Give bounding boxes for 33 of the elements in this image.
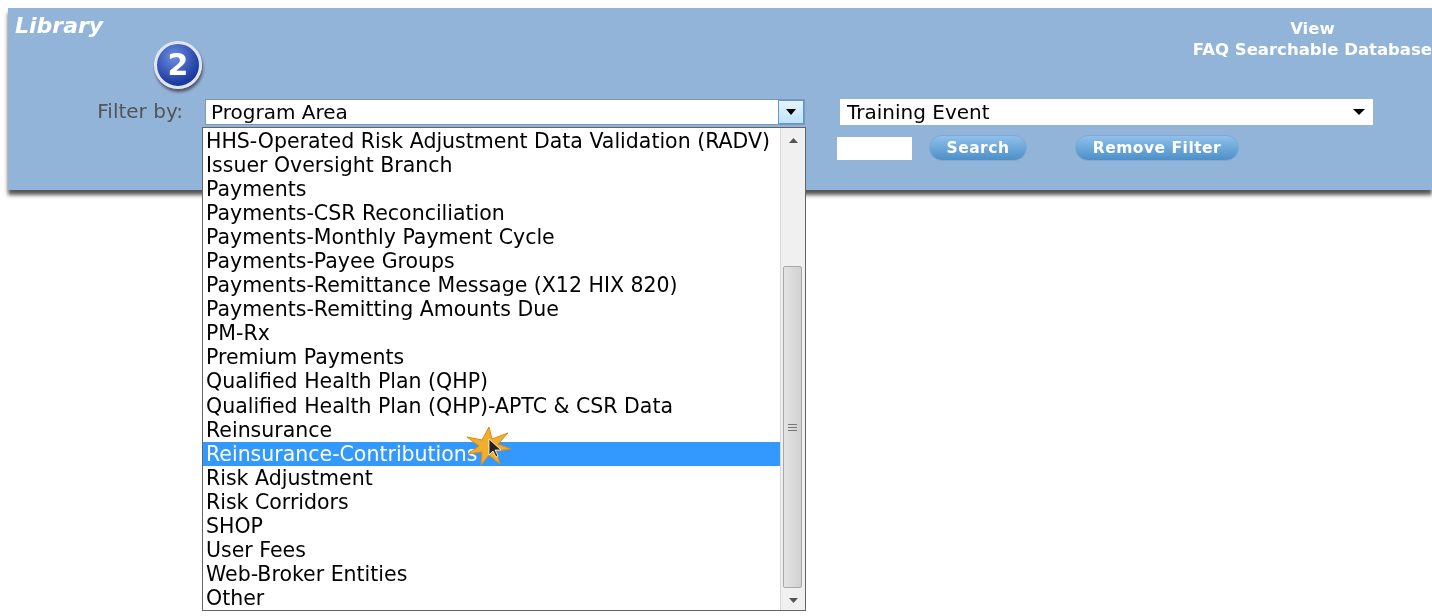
dropdown-option[interactable]: Risk Adjustment [203, 465, 780, 490]
search-input-field[interactable] [837, 136, 912, 160]
dropdown-option[interactable]: Payments-Remitting Amounts Due [203, 297, 780, 322]
dropdown-arrow-button[interactable] [778, 100, 804, 124]
dropdown-option[interactable]: Payments-Payee Groups [203, 249, 780, 274]
dropdown-option[interactable]: Qualified Health Plan (QHP)-APTC & CSR Data [203, 393, 780, 418]
scrollbar[interactable] [780, 128, 805, 610]
dropdown-option[interactable]: Reinsurance [203, 417, 780, 442]
dropdown-option[interactable]: PM-Rx [203, 321, 780, 346]
grip-icon [788, 423, 797, 431]
scroll-down-icon[interactable] [788, 597, 798, 603]
dropdown-option[interactable]: SHOP [203, 513, 780, 538]
dropdown-option[interactable]: User Fees [203, 537, 780, 562]
dropdown-option[interactable]: Payments-CSR Reconciliation [203, 201, 780, 226]
dropdown-option[interactable]: Payments [203, 177, 780, 202]
page-title: Library [15, 14, 104, 40]
program-area-select[interactable]: Program Area [205, 99, 805, 125]
training-event-select[interactable]: Training Event [840, 99, 1373, 125]
dropdown-option[interactable]: Payments-Monthly Payment Cycle [203, 225, 780, 250]
dropdown-option[interactable]: HHS-Operated Risk Adjustment Data Validation (RADV) [203, 129, 780, 154]
filter-label: Filter by: [96, 99, 184, 123]
dropdown-option[interactable]: Other [203, 585, 780, 610]
dropdown-option[interactable]: Web-Broker Entities [203, 561, 780, 586]
caret-icon [1353, 109, 1365, 115]
scrollbar-thumb[interactable] [783, 266, 802, 588]
dropdown-option[interactable]: Payments-Remittance Message (X12 HIX 820) [203, 273, 780, 298]
dropdown-option[interactable]: Issuer Oversight Branch [203, 153, 780, 178]
scroll-up-icon[interactable] [788, 137, 798, 143]
step-number-badge: 2 [154, 41, 202, 89]
dropdown-option[interactable]: Risk Corridors [203, 489, 780, 514]
caret-icon [786, 109, 796, 115]
dropdown-option[interactable]: Premium Payments [203, 345, 780, 370]
dropdown-option[interactable]: Qualified Health Plan (QHP) [203, 369, 780, 394]
